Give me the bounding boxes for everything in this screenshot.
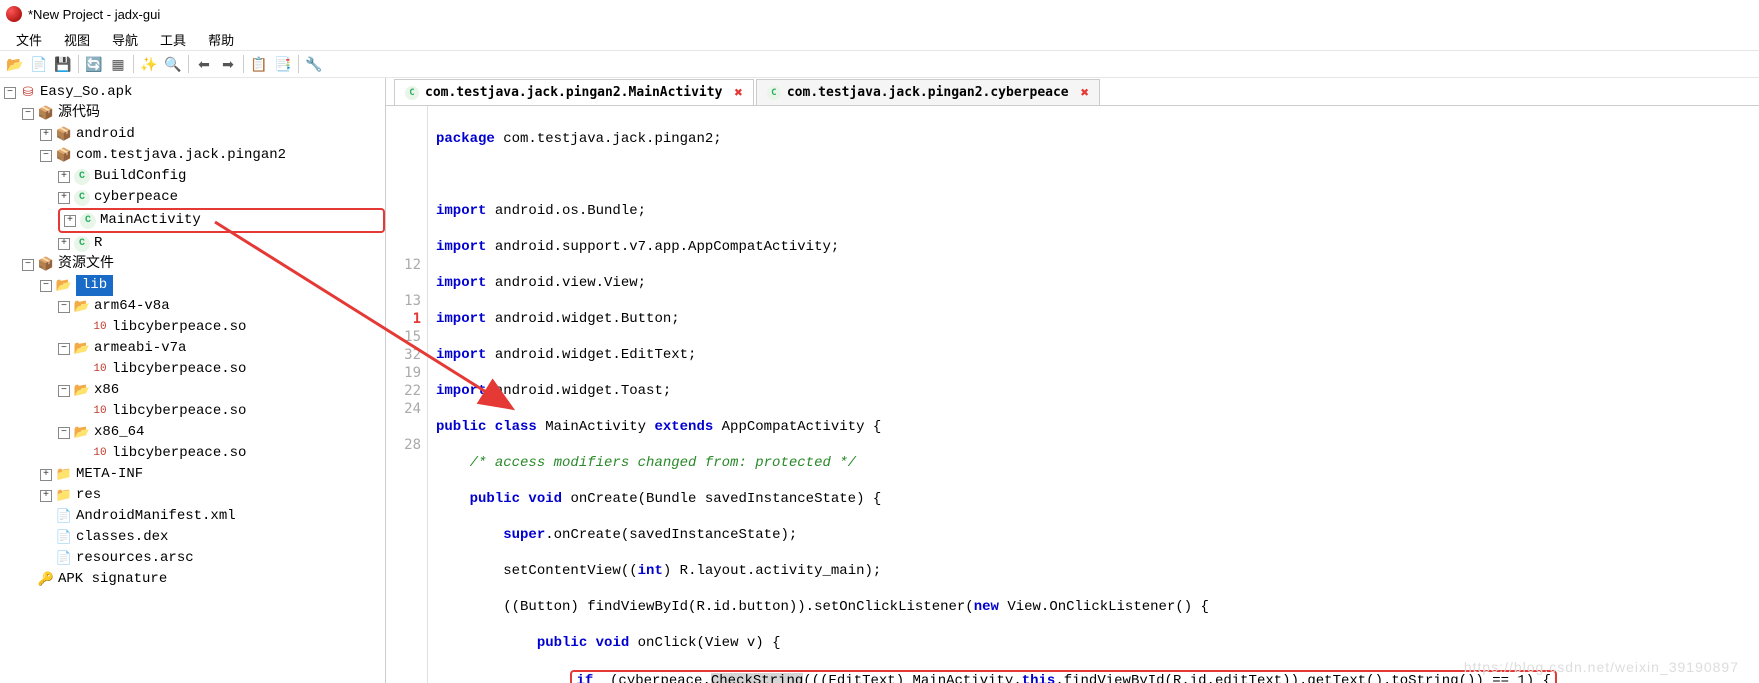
- class-icon: C: [767, 86, 781, 100]
- tree-root[interactable]: −⛁Easy_So.apk: [4, 82, 385, 103]
- tree-lib[interactable]: −📂lib: [40, 275, 385, 296]
- back-icon[interactable]: ⬅: [193, 53, 215, 75]
- tree-so-file[interactable]: 10libcyberpeace.so: [76, 317, 385, 338]
- tree-package[interactable]: −📦com.testjava.jack.pingan2: [40, 145, 385, 166]
- tree-dex[interactable]: 📄classes.dex: [40, 527, 385, 548]
- window-title: *New Project - jadx-gui: [28, 7, 160, 22]
- highlighted-condition: if (cyberpeace.CheckString(((EditText) M…: [570, 670, 1557, 683]
- tree-so-file[interactable]: 10libcyberpeace.so: [76, 443, 385, 464]
- deobf-icon[interactable]: 📋: [248, 53, 270, 75]
- tree-metainf[interactable]: +📁META-INF: [40, 464, 385, 485]
- toolbar-separator: [298, 55, 299, 73]
- editor-tabs: Ccom.testjava.jack.pingan2.MainActivity✖…: [386, 78, 1759, 106]
- line-gutter: 12131153219222428: [386, 106, 428, 683]
- sync-icon[interactable]: 🔄: [83, 53, 105, 75]
- settings-icon[interactable]: 🔧: [303, 53, 325, 75]
- tree-so-file[interactable]: 10libcyberpeace.so: [76, 401, 385, 422]
- toolbar: 📂 📄 💾 🔄 ▦ ✨ 🔍 ⬅ ➡ 📋 📑 🔧: [0, 50, 1759, 78]
- tree-android[interactable]: +📦android: [40, 124, 385, 145]
- forward-icon[interactable]: ➡: [217, 53, 239, 75]
- tree-arm64[interactable]: −📂arm64-v8a: [58, 296, 385, 317]
- code-editor[interactable]: package com.testjava.jack.pingan2; impor…: [428, 106, 1759, 683]
- tree-so-file[interactable]: 10libcyberpeace.so: [76, 359, 385, 380]
- open-file-icon[interactable]: 📂: [4, 53, 26, 75]
- tree-source[interactable]: −📦源代码: [22, 103, 385, 124]
- log-icon[interactable]: 📑: [272, 53, 294, 75]
- menu-view[interactable]: 视图: [54, 28, 100, 51]
- tree-resources[interactable]: −📦资源文件: [22, 254, 385, 275]
- tree-res-dir[interactable]: +📁res: [40, 485, 385, 506]
- tree-apk-signature[interactable]: 🔑APK signature: [22, 569, 385, 590]
- tree-buildconfig[interactable]: +CBuildConfig: [58, 166, 385, 187]
- wand-icon[interactable]: ✨: [138, 53, 160, 75]
- toolbar-separator: [133, 55, 134, 73]
- tree-manifest[interactable]: 📄AndroidManifest.xml: [40, 506, 385, 527]
- tree-arsc[interactable]: 📄resources.arsc: [40, 548, 385, 569]
- toolbar-separator: [78, 55, 79, 73]
- editor-area: Ccom.testjava.jack.pingan2.MainActivity✖…: [386, 78, 1759, 683]
- menu-tools[interactable]: 工具: [150, 28, 196, 51]
- tab-cyberpeace[interactable]: Ccom.testjava.jack.pingan2.cyberpeace✖: [756, 79, 1100, 105]
- menu-bar: 文件 视图 导航 工具 帮助: [0, 28, 1759, 50]
- toolbar-separator: [188, 55, 189, 73]
- tree-mainactivity[interactable]: +CMainActivity: [58, 208, 385, 233]
- tree-armeabi[interactable]: −📂armeabi-v7a: [58, 338, 385, 359]
- close-tab-icon[interactable]: ✖: [734, 85, 742, 101]
- menu-nav[interactable]: 导航: [102, 28, 148, 51]
- class-icon: C: [405, 86, 419, 100]
- tab-mainactivity[interactable]: Ccom.testjava.jack.pingan2.MainActivity✖: [394, 79, 754, 105]
- tree-r-class[interactable]: +CR: [58, 233, 385, 254]
- new-icon[interactable]: 📄: [28, 53, 50, 75]
- menu-help[interactable]: 帮助: [198, 28, 244, 51]
- app-logo-icon: [6, 6, 22, 22]
- tree-cyberpeace[interactable]: +Ccyberpeace: [58, 187, 385, 208]
- tree-x86[interactable]: −📂x86: [58, 380, 385, 401]
- toolbar-separator: [243, 55, 244, 73]
- watermark: https://blog.csdn.net/weixin_39190897: [1464, 659, 1739, 675]
- tree-x86-64[interactable]: −📂x86_64: [58, 422, 385, 443]
- search-icon[interactable]: 🔍: [162, 53, 184, 75]
- save-all-icon[interactable]: 💾: [52, 53, 74, 75]
- close-tab-icon[interactable]: ✖: [1081, 85, 1089, 101]
- menu-file[interactable]: 文件: [6, 28, 52, 51]
- project-tree[interactable]: −⛁Easy_So.apk −📦源代码 +📦android −📦com.test…: [0, 78, 386, 683]
- title-bar: *New Project - jadx-gui: [0, 0, 1759, 28]
- grid-icon[interactable]: ▦: [107, 53, 129, 75]
